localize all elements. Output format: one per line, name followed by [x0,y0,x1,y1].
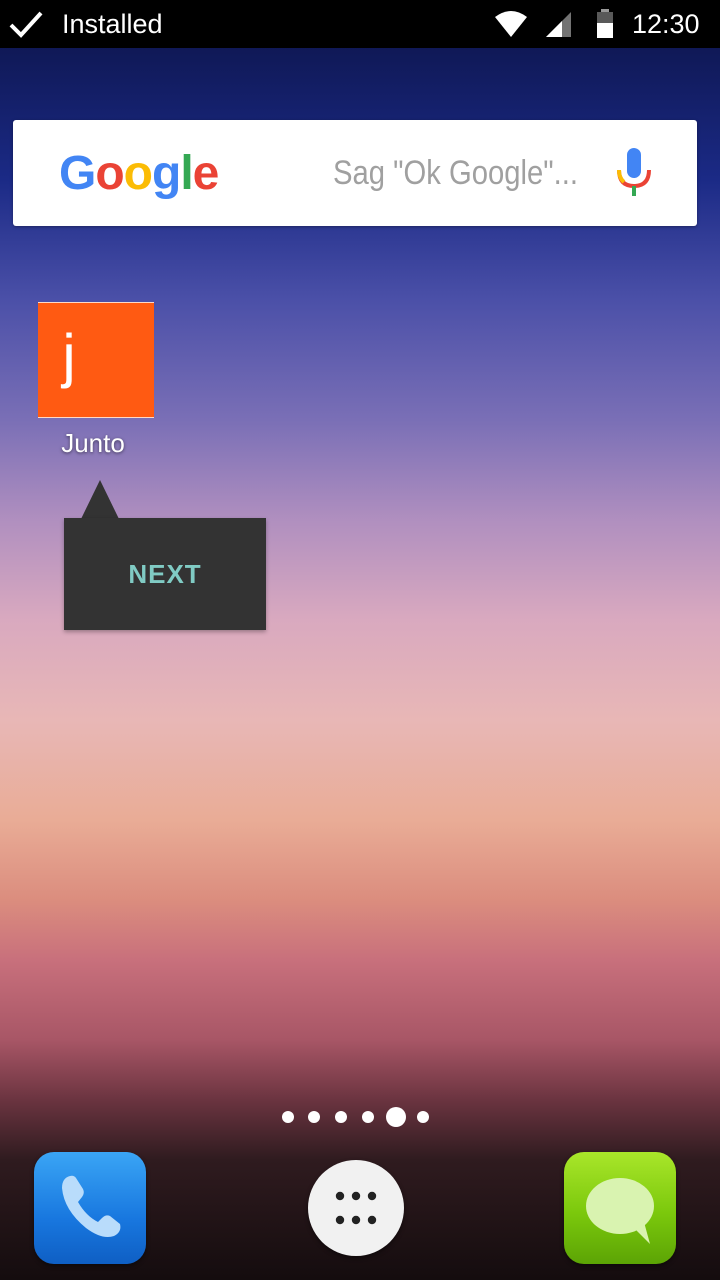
messaging-button[interactable] [564,1152,676,1264]
google-logo-letter: o [95,147,124,200]
page-indicator [0,1104,720,1130]
junto-app-icon[interactable]: j [38,302,154,418]
google-logo-letter: e [192,147,220,200]
google-search-bar[interactable]: Google Sag "Ok Google"... [13,120,697,226]
all-apps-button[interactable] [308,1160,404,1256]
google-logo-letter: o [123,147,153,200]
check-icon [9,11,43,38]
onboarding-tooltip: NEXT [64,518,266,630]
google-logo-letter: g [152,147,181,200]
google-logo: Google [59,146,220,202]
status-title: Installed [62,9,163,39]
page-dot [335,1111,347,1123]
google-logo-letter: l [180,147,193,200]
wifi-icon [495,11,527,37]
junto-app-label[interactable]: Junto [38,428,148,459]
page-dot [362,1111,374,1123]
status-bar: Installed 12:30 [0,0,720,48]
page-dot [308,1111,320,1123]
tooltip-arrow [81,480,119,519]
clock: 12:30 [632,9,700,39]
search-hint: Sag "Ok Google"... [333,154,579,192]
apps-grid-icon [335,1191,377,1225]
page-dot [282,1111,294,1123]
battery-icon [597,9,613,38]
page-dot [386,1107,406,1127]
next-button[interactable]: NEXT [64,518,266,630]
phone-icon [62,1175,121,1237]
google-logo-letter: G [59,147,96,200]
app-icon-letter: j [62,322,76,389]
signal-icon [546,12,571,37]
message-bubble-icon [586,1178,654,1244]
page-dot [417,1111,429,1123]
mic-icon[interactable] [614,146,654,200]
phone-button[interactable] [34,1152,146,1264]
